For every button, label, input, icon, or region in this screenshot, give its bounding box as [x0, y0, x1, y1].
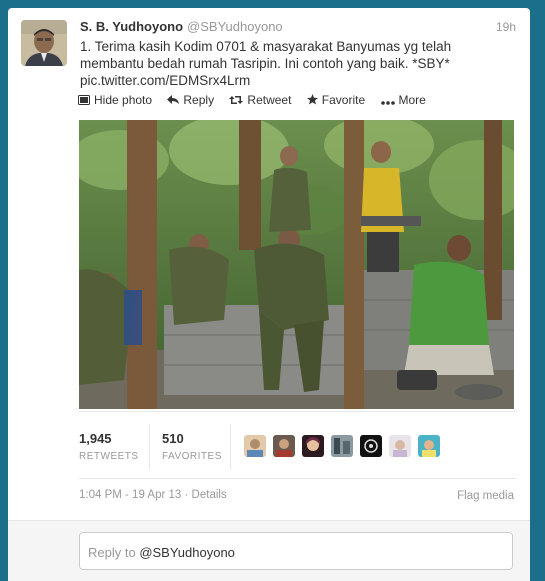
retweet-button[interactable]: Retweet: [229, 93, 291, 108]
favorites-stat[interactable]: 510 FAVORITES: [162, 431, 222, 462]
favorite-label: Favorite: [321, 93, 366, 107]
tweet-time[interactable]: 19h: [496, 20, 516, 34]
details-link[interactable]: Details: [192, 489, 227, 501]
retweets-stat[interactable]: 1,945 RETWEETS: [79, 431, 139, 462]
reply-label: Reply: [183, 93, 215, 107]
reply-area: Reply to @SBYudhoyono: [8, 520, 530, 581]
favoriter-avatar[interactable]: [389, 435, 411, 457]
tweet-meta: 1:04 PM - 19 Apr 13 · Details: [79, 489, 227, 501]
reply-handle: @SBYudhoyono: [139, 545, 235, 560]
retweet-icon: [229, 94, 244, 108]
ellipsis-icon: [380, 94, 395, 108]
meta-separator: ·: [184, 489, 189, 501]
hide-photo-button[interactable]: Hide photo: [78, 93, 152, 108]
author-row[interactable]: S. B. Yudhoyono @SBYudhoyono: [80, 19, 283, 34]
favorites-label: FAVORITES: [162, 451, 222, 462]
divider: [79, 478, 517, 479]
retweets-label: RETWEETS: [79, 451, 139, 462]
retweet-label: Retweet: [247, 93, 292, 107]
tweet-media-link[interactable]: pic.twitter.com/EDMSrx4Lrm: [80, 72, 510, 89]
tweet-text-line: membantu bedah rumah Tasripin. Ini conto…: [80, 56, 450, 71]
stat-divider: [149, 424, 150, 470]
photo-icon: [78, 94, 90, 108]
favoriter-avatar[interactable]: [331, 435, 353, 457]
author-name[interactable]: S. B. Yudhoyono: [80, 19, 183, 34]
favorites-count: 510: [162, 431, 184, 446]
tweet-text-line: 1. Terima kasih Kodim 0701 & masyarakat …: [80, 39, 452, 54]
author-avatar[interactable]: [21, 20, 67, 66]
hide-photo-label: Hide photo: [94, 93, 153, 107]
more-button[interactable]: More: [380, 93, 426, 108]
tweet-actions: Hide photo Reply Retweet Favorite More: [78, 93, 438, 108]
retweets-count: 1,945: [79, 431, 112, 446]
favoriter-avatar[interactable]: [360, 435, 382, 457]
tweet-timestamp[interactable]: 1:04 PM - 19 Apr 13: [79, 489, 181, 501]
tweet-text: 1. Terima kasih Kodim 0701 & masyarakat …: [80, 38, 510, 89]
stat-divider: [230, 424, 231, 470]
tweet-photo[interactable]: [79, 120, 514, 409]
favorite-button[interactable]: Favorite: [306, 93, 366, 108]
more-label: More: [398, 93, 426, 107]
favoriter-avatar[interactable]: [273, 435, 295, 457]
flag-media-link[interactable]: Flag media: [457, 490, 514, 502]
favoriter-avatar[interactable]: [418, 435, 440, 457]
reply-input[interactable]: Reply to @SBYudhoyono: [79, 532, 513, 570]
reply-arrow-icon: [167, 94, 180, 108]
favoriter-avatar[interactable]: [244, 435, 266, 457]
divider: [79, 411, 517, 412]
reply-prefix: Reply to: [88, 545, 140, 560]
reply-button[interactable]: Reply: [167, 93, 214, 108]
author-handle[interactable]: @SBYudhoyono: [187, 19, 283, 34]
star-icon: [306, 94, 318, 108]
tweet-card: S. B. Yudhoyono @SBYudhoyono 19h 1. Terim…: [8, 8, 530, 581]
favoriter-avatar[interactable]: [302, 435, 324, 457]
